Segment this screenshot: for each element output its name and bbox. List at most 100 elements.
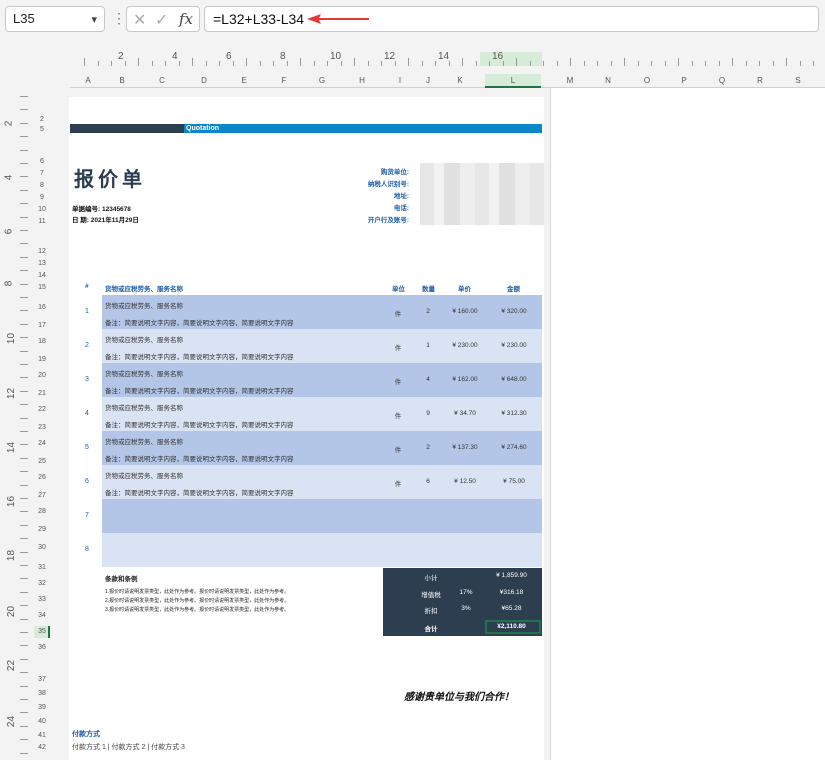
row-number-header[interactable]: 5 [34, 126, 50, 133]
row-number-header[interactable]: 40 [34, 718, 50, 725]
more-options-icon[interactable]: ⋮ [112, 10, 126, 27]
column-letter[interactable]: K [457, 76, 462, 85]
row-number-header[interactable]: 16 [34, 304, 50, 311]
ruler-tick [165, 61, 166, 66]
ruler-tick [20, 551, 28, 553]
row-number-header[interactable]: 10 [34, 206, 50, 213]
row-number-header[interactable]: 6 [34, 158, 50, 165]
chevron-down-icon[interactable]: ▾ [91, 13, 97, 26]
column-letter[interactable]: H [359, 76, 365, 85]
ruler-tick [20, 699, 28, 700]
row-number-header[interactable]: 20 [34, 372, 50, 379]
ruler-tick [20, 444, 28, 446]
table-row[interactable]: 4 货物或应税劳务、服务名称 备注：简要说明文字内容，简要说明文字内容，简要说明文字… [85, 397, 542, 431]
ruler-tick [20, 471, 28, 473]
row-number-header[interactable]: 42 [34, 744, 50, 751]
row-number-header[interactable]: 30 [34, 544, 50, 551]
row-number-header[interactable]: 24 [34, 440, 50, 447]
grid-area-outside-print[interactable] [550, 88, 825, 760]
ruler-tick [732, 58, 733, 66]
ruler-number: 14 [6, 441, 18, 454]
row-number-header[interactable]: 21 [34, 390, 50, 397]
row-number-header[interactable]: 37 [34, 676, 50, 683]
column-letter[interactable]: G [319, 76, 325, 85]
ruler-tick [20, 739, 28, 741]
insert-function-icon[interactable]: fx [179, 10, 193, 28]
cancel-icon[interactable]: ✕ [133, 10, 146, 30]
column-letter[interactable]: S [795, 76, 800, 85]
row-number-header[interactable]: 33 [34, 596, 50, 603]
ruler-tick [408, 58, 409, 66]
item-qty: 4 [426, 376, 430, 383]
ruler-tick [20, 417, 28, 419]
column-letter[interactable]: R [757, 76, 763, 85]
column-letter[interactable]: I [399, 76, 401, 85]
row-number-header[interactable]: 32 [34, 580, 50, 587]
row-number-header[interactable]: 36 [34, 644, 50, 651]
ruler-tick [448, 61, 450, 66]
row-number-header[interactable]: 11 [34, 218, 50, 225]
formula-input[interactable]: =L32+L33-L34 [204, 6, 819, 32]
formula-text: =L32+L33-L34 [213, 11, 305, 27]
doc-number: 单据编号: 12345678 [72, 203, 131, 213]
cell-reference: L35 [13, 11, 35, 26]
row-number-header[interactable]: 2 [34, 116, 50, 123]
row-number-header[interactable]: 26 [34, 474, 50, 481]
table-row[interactable]: 1 货物或应税劳务、服务名称 备注：简要说明文字内容，简要说明文字内容，简要说明文字… [85, 295, 542, 329]
ruler-tick [20, 591, 28, 593]
row-number-header[interactable]: 31 [34, 564, 50, 571]
row-number-header[interactable]: 15 [34, 284, 50, 291]
row-number-header[interactable]: 41 [34, 732, 50, 739]
column-letter[interactable]: M [567, 76, 574, 85]
name-box[interactable]: L35 ▾ [5, 6, 105, 32]
row-number-header[interactable]: 9 [34, 194, 50, 201]
ruler-tick [20, 136, 28, 138]
row-number-header[interactable]: 14 [34, 272, 50, 279]
row-number-header[interactable]: 28 [34, 508, 50, 515]
row-number-header[interactable]: 17 [34, 322, 50, 329]
row-number-header[interactable]: 27 [34, 492, 50, 499]
ruler-number: 20 [6, 605, 18, 618]
column-letter[interactable]: D [201, 76, 207, 85]
table-row[interactable]: 6 货物或应税劳务、服务名称 备注：简要说明文字内容，简要说明文字内容，简要说明文字… [85, 465, 542, 499]
row-number-header[interactable]: 39 [34, 704, 50, 711]
row-number-header[interactable]: 22 [34, 406, 50, 413]
column-letter[interactable]: J [426, 76, 430, 85]
column-letter[interactable]: N [605, 76, 611, 85]
column-letter[interactable]: B [119, 76, 124, 85]
row-number-header[interactable]: 19 [34, 356, 50, 363]
row-number-header[interactable]: 18 [34, 338, 50, 345]
table-row[interactable]: 2 货物或应税劳务、服务名称 备注：简要说明文字内容，简要说明文字内容，简要说明文字… [85, 329, 542, 363]
ruler-tick [20, 163, 28, 164]
column-letter[interactable]: E [241, 76, 246, 85]
row-number-header[interactable]: 35 [34, 628, 50, 635]
column-letter[interactable]: L [511, 76, 515, 85]
ruler-number: 10 [330, 51, 342, 62]
row-number-header[interactable]: 38 [34, 690, 50, 697]
row-number-header[interactable]: 25 [34, 458, 50, 465]
row-number-header[interactable]: 7 [34, 170, 50, 177]
buyer-label: 购货单位: [380, 169, 409, 176]
table-row[interactable]: 8 [85, 533, 542, 567]
column-letter[interactable]: C [159, 76, 165, 85]
item-price: ¥ 230.00 [452, 342, 478, 349]
column-letter[interactable]: O [644, 76, 650, 85]
enter-icon[interactable]: ✓ [155, 10, 168, 30]
item-unit: 件 [394, 481, 402, 488]
ruler-tick [394, 61, 396, 66]
row-number-header[interactable]: 13 [34, 260, 50, 267]
column-letter[interactable]: A [85, 76, 90, 85]
column-letter[interactable]: Q [719, 76, 725, 85]
table-row[interactable]: 7 [85, 499, 542, 533]
row-number-header[interactable]: 8 [34, 182, 50, 189]
table-row[interactable]: 5 货物或应税劳务、服务名称 备注：简要说明文字内容，简要说明文字内容，简要说明文字… [85, 431, 542, 465]
ruler-tick [20, 511, 28, 513]
row-number-header[interactable]: 23 [34, 424, 50, 431]
column-letter[interactable]: F [282, 76, 287, 85]
row-number-header[interactable]: 34 [34, 612, 50, 619]
ruler-tick [20, 364, 28, 365]
row-number-header[interactable]: 12 [34, 248, 50, 255]
table-row[interactable]: 3 货物或应税劳务、服务名称 备注：简要说明文字内容，简要说明文字内容，简要说明文字… [85, 363, 542, 397]
row-number-header[interactable]: 29 [34, 526, 50, 533]
column-letter[interactable]: P [681, 76, 686, 85]
